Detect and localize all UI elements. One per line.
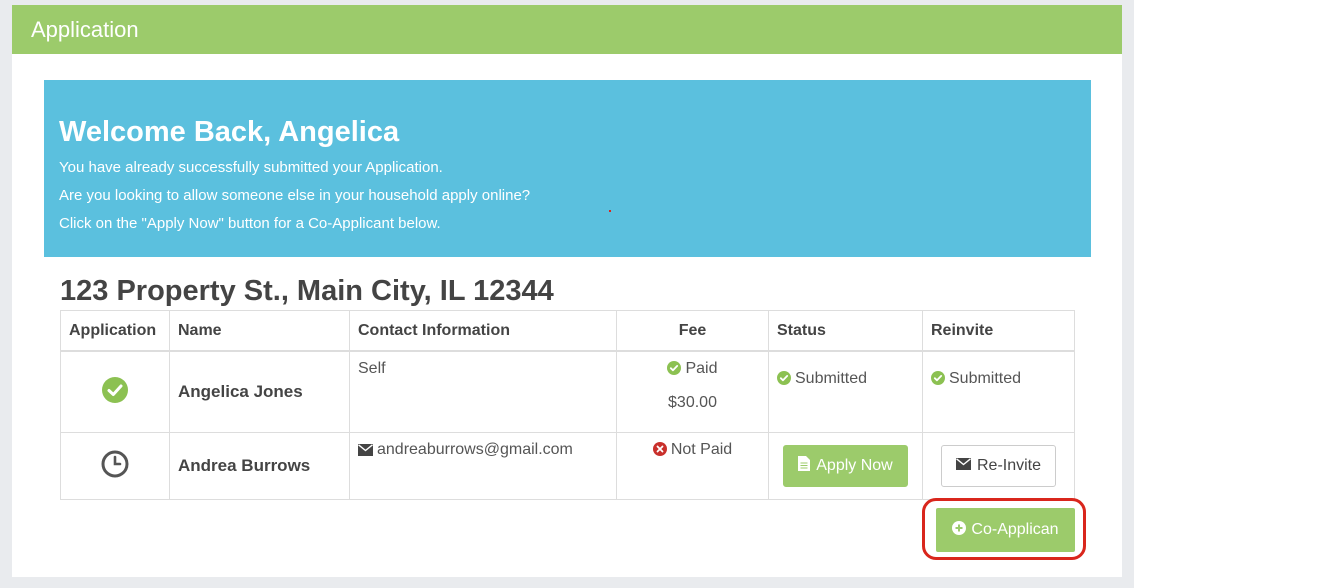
header-status: Status <box>768 310 923 352</box>
stray-mark <box>609 210 611 212</box>
check-circle-icon <box>777 371 791 390</box>
apply-now-label: Apply Now <box>816 457 893 474</box>
co-applicant-label: Co-Applican <box>971 521 1059 538</box>
reinvite-cell: Submitted <box>922 350 1075 433</box>
table-header-row: Application Name Contact Information Fee… <box>60 310 1075 352</box>
file-icon <box>798 456 811 476</box>
header-reinvite: Reinvite <box>922 310 1075 352</box>
re-invite-button[interactable]: Re-Invite <box>940 445 1057 487</box>
clock-icon <box>101 450 129 482</box>
envelope-icon <box>955 457 971 475</box>
plus-circle-icon <box>952 520 967 540</box>
panel-title: Application <box>12 5 1122 54</box>
header-contact: Contact Information <box>349 310 617 352</box>
times-circle-icon <box>652 442 667 461</box>
reinvite-text: Submitted <box>949 370 1022 387</box>
status-cell: Submitted <box>768 350 923 433</box>
apply-now-button[interactable]: Apply Now <box>783 445 908 487</box>
status-text: Submitted <box>795 370 868 387</box>
fee-status: Not Paid <box>670 441 733 458</box>
applicants-table: Application Name Contact Information Fee… <box>60 310 1075 500</box>
header-name: Name <box>169 310 350 352</box>
header-application: Application <box>60 310 170 352</box>
contact-info: andreaburrows@gmail.com <box>349 432 617 500</box>
application-panel: Application Welcome Back, Angelica You h… <box>12 5 1122 577</box>
banner-line-2: Are you looking to allow someone else in… <box>59 187 531 204</box>
contact-email[interactable]: andreaburrows@gmail.com <box>377 441 573 458</box>
table-row: Andrea Burrows andreaburrows@gmail.com N… <box>60 432 1075 500</box>
fee-amount: $30.00 <box>668 394 717 411</box>
fee-cell: Not Paid <box>616 432 769 500</box>
banner-line-3: Click on the "Apply Now" button for a Co… <box>59 215 441 232</box>
application-status-cell <box>60 350 170 433</box>
applicant-name: Angelica Jones <box>169 350 350 433</box>
welcome-banner: Welcome Back, Angelica You have already … <box>44 80 1091 257</box>
add-co-applicant-button[interactable]: Co-Applican <box>936 508 1075 552</box>
property-address: 123 Property St., Main City, IL 12344 <box>60 275 554 307</box>
welcome-heading: Welcome Back, Angelica <box>59 116 400 148</box>
re-invite-label: Re-Invite <box>976 457 1042 474</box>
contact-info: Self <box>349 350 617 433</box>
envelope-icon <box>358 443 373 461</box>
header-fee: Fee <box>616 310 769 352</box>
reinvite-cell: Re-Invite <box>922 432 1075 500</box>
fee-status: Paid <box>685 360 718 377</box>
status-cell: Apply Now <box>768 432 923 500</box>
check-circle-icon <box>931 371 945 390</box>
applicant-name: Andrea Burrows <box>169 432 350 500</box>
check-circle-icon <box>101 376 129 408</box>
fee-cell: Paid $30.00 <box>616 350 769 433</box>
application-status-cell <box>60 432 170 500</box>
table-row: Angelica Jones Self Paid $30.00 Submitte… <box>60 350 1075 433</box>
check-circle-icon <box>667 361 682 380</box>
banner-line-1: You have already successfully submitted … <box>59 159 443 176</box>
